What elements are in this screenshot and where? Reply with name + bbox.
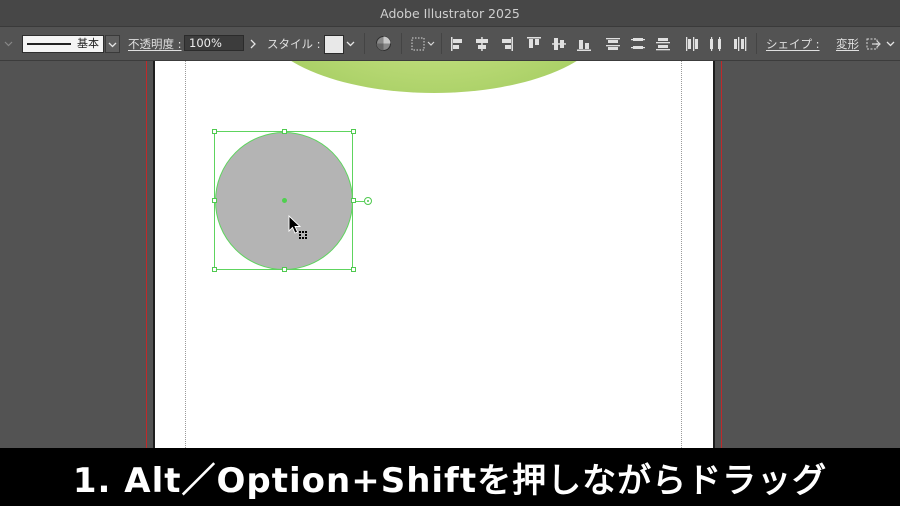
align-bottom-icon xyxy=(577,39,591,51)
align-bottom-button[interactable] xyxy=(576,27,592,60)
artboard[interactable] xyxy=(155,61,713,448)
align-left-icon xyxy=(451,36,462,51)
stroke-line-icon xyxy=(27,43,71,45)
bleed-guide-left xyxy=(146,61,147,448)
green-grass-shape[interactable] xyxy=(259,61,609,93)
chevron-right-icon xyxy=(250,39,256,48)
stroke-profile-dropdown[interactable] xyxy=(105,35,120,53)
chevron-down-icon xyxy=(108,42,117,47)
isolate-button[interactable] xyxy=(866,27,882,60)
graphic-style-swatch[interactable] xyxy=(324,35,344,54)
artboard-edge-right xyxy=(713,61,715,448)
distribute-right-button[interactable] xyxy=(732,27,748,60)
align-hcenter-icon xyxy=(476,36,488,51)
align-to-button[interactable] xyxy=(411,27,437,60)
align-left-button[interactable] xyxy=(450,27,466,60)
transform-link[interactable]: 変形 xyxy=(836,27,859,60)
opacity-input[interactable]: 100% xyxy=(184,35,244,51)
shape-properties-link[interactable]: シェイプ : xyxy=(766,27,820,60)
resize-handle-left[interactable] xyxy=(212,198,217,203)
caption-text: 1. Alt／Option+Shiftを押しながらドラッグ xyxy=(72,460,828,501)
margin-guide-right xyxy=(681,61,682,448)
control-bar: 基本 不透明度 : 100% スタイル : シェイプ: 変形 xyxy=(0,27,900,61)
stroke-profile-label: 基本 xyxy=(77,37,99,50)
align-right-button[interactable] xyxy=(498,27,514,60)
distribute-vcenter-button[interactable] xyxy=(630,27,646,60)
window-title: Adobe Illustrator 2025 xyxy=(380,5,520,21)
resize-handle-bottom-left[interactable] xyxy=(212,267,217,272)
opacity-label[interactable]: 不透明度 : xyxy=(128,27,182,60)
margin-guide-left xyxy=(185,61,186,448)
recolor-icon xyxy=(376,36,391,51)
align-horizontal-center-button[interactable] xyxy=(474,27,490,60)
distribute-right-icon xyxy=(734,36,747,51)
distribute-bottom-icon xyxy=(656,37,670,50)
align-to-selection-icon xyxy=(411,37,435,50)
resize-handle-top-left[interactable] xyxy=(212,129,217,134)
align-top-icon xyxy=(527,36,541,48)
distribute-bottom-button[interactable] xyxy=(655,27,671,60)
resize-handle-top-right[interactable] xyxy=(351,129,356,134)
transform-each-icon xyxy=(866,38,881,49)
separator xyxy=(401,33,402,54)
resize-handle-top[interactable] xyxy=(282,129,287,134)
align-vcenter-icon xyxy=(552,37,566,50)
separator xyxy=(756,33,757,54)
separator xyxy=(441,33,442,54)
align-right-icon xyxy=(502,36,513,51)
align-top-button[interactable] xyxy=(526,27,542,60)
distribute-top-button[interactable] xyxy=(605,27,621,60)
stroke-profile-field[interactable]: 基本 xyxy=(22,35,104,53)
distribute-hcenter-button[interactable] xyxy=(708,27,724,60)
chevron-down-icon xyxy=(886,41,895,47)
resize-handle-bottom-right[interactable] xyxy=(351,267,356,272)
distribute-hcenter-icon xyxy=(710,36,721,51)
resize-handle-bottom[interactable] xyxy=(282,267,287,272)
duplicate-cursor-icon xyxy=(288,215,307,239)
style-dropdown[interactable] xyxy=(344,35,357,51)
separator xyxy=(364,33,365,54)
panel-menu-dropdown[interactable] xyxy=(886,27,895,60)
chevron-down-icon xyxy=(346,41,355,46)
bleed-guide-right xyxy=(721,61,722,448)
recolor-artwork-button[interactable] xyxy=(375,27,392,60)
pie-widget-line xyxy=(356,201,364,202)
style-label: スタイル : xyxy=(267,36,321,51)
stroke-weight-dropdown-icon[interactable] xyxy=(4,27,13,60)
opacity-expand-button[interactable] xyxy=(247,27,259,60)
align-vertical-center-button[interactable] xyxy=(551,27,567,60)
pie-widget-handle[interactable] xyxy=(364,197,372,205)
distribute-vcenter-icon xyxy=(631,37,645,49)
title-bar: Adobe Illustrator 2025 xyxy=(0,0,900,27)
distribute-left-button[interactable] xyxy=(684,27,700,60)
distribute-top-icon xyxy=(606,37,620,50)
distribute-left-icon xyxy=(686,36,698,51)
tutorial-caption: 1. Alt／Option+Shiftを押しながらドラッグ xyxy=(0,448,900,506)
center-point[interactable] xyxy=(282,198,287,203)
